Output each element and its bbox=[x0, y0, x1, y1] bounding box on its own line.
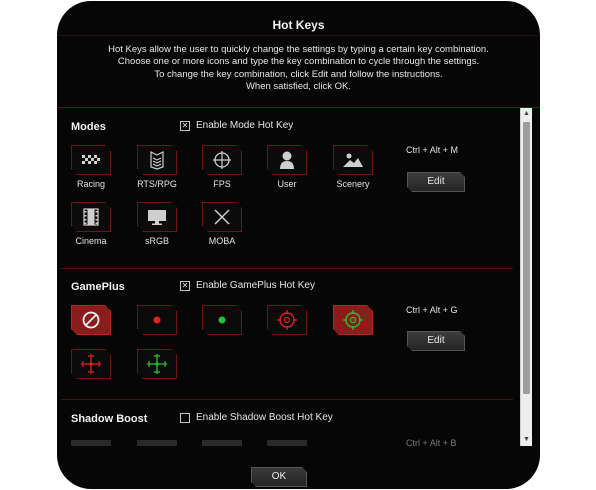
mode-cinema-box[interactable] bbox=[71, 202, 111, 232]
mode-srgb[interactable]: sRGB bbox=[137, 202, 177, 246]
gameplus-green-circle-crosshair[interactable] bbox=[333, 305, 373, 335]
settings-scroll-area[interactable]: Modes ✕ Enable Mode Hot Key Ctrl + Alt +… bbox=[57, 107, 540, 446]
mode-label: Cinema bbox=[75, 236, 107, 246]
description-line: Hot Keys allow the user to quickly chang… bbox=[108, 44, 489, 55]
vertical-scrollbar[interactable]: ▲ ▼ bbox=[520, 108, 532, 446]
enable-shadow-boost-hotkey-checkbox[interactable]: Enable Shadow Boost Hot Key bbox=[180, 412, 333, 423]
enable-gameplus-hotkey-checkbox[interactable]: ✕ Enable GamePlus Hot Key bbox=[180, 280, 315, 291]
mode-rts-rpg-box[interactable] bbox=[137, 145, 177, 175]
scroll-up-arrow-icon[interactable]: ▲ bbox=[521, 108, 532, 120]
dialog-description: Hot Keys allow the user to quickly chang… bbox=[77, 44, 520, 94]
gameplus-red-cross-crosshair[interactable] bbox=[71, 349, 111, 379]
gameplus-edit-button[interactable]: Edit bbox=[407, 331, 465, 351]
description-line: When satisfied, click OK. bbox=[245, 81, 352, 93]
red-cross-crosshair-icon bbox=[79, 352, 103, 376]
red-circle-crosshair-icon bbox=[276, 309, 298, 331]
hot-keys-dialog: Hot Keys Hot Keys allow the user to quic… bbox=[57, 1, 540, 489]
green-circle-crosshair-icon bbox=[342, 309, 364, 331]
shadow-boost-section: Shadow Boost Enable Shadow Boost Hot Key… bbox=[57, 400, 517, 446]
mode-moba-box[interactable] bbox=[202, 202, 242, 232]
scroll-thumb[interactable] bbox=[523, 122, 530, 394]
shadow-boost-title: Shadow Boost bbox=[71, 413, 148, 425]
gameplus-red-circle-crosshair[interactable] bbox=[267, 305, 307, 335]
description-line: Choose one or more icons and type the ke… bbox=[117, 56, 480, 68]
checkbox-checked-icon[interactable]: ✕ bbox=[180, 120, 190, 131]
red-dot-icon bbox=[152, 315, 162, 325]
mode-label: User bbox=[277, 179, 297, 189]
modes-hotkey-combination: Ctrl + Alt + M bbox=[406, 145, 459, 155]
modes-edit-button[interactable]: Edit bbox=[407, 172, 465, 192]
shadow-boost-tile-partial[interactable] bbox=[71, 440, 111, 446]
gameplus-none[interactable] bbox=[71, 305, 111, 335]
mode-label: RTS/RPG bbox=[137, 179, 177, 189]
crosshair-icon bbox=[212, 150, 232, 170]
gameplus-green-dot-box[interactable] bbox=[202, 305, 242, 335]
gameplus-red-cross-crosshair-box[interactable] bbox=[71, 349, 111, 379]
monitor-icon bbox=[146, 208, 168, 226]
green-cross-crosshair-icon bbox=[145, 352, 169, 376]
user-icon bbox=[279, 150, 295, 170]
none-icon bbox=[81, 310, 101, 330]
mode-user[interactable]: User bbox=[267, 145, 307, 189]
film-icon bbox=[82, 207, 100, 227]
mode-scenery[interactable]: Scenery bbox=[333, 145, 373, 189]
mode-label: Racing bbox=[76, 179, 105, 189]
mode-srgb-box[interactable] bbox=[137, 202, 177, 232]
mode-scenery-box[interactable] bbox=[333, 145, 373, 175]
gameplus-green-dot[interactable] bbox=[202, 305, 242, 335]
modes-title: Modes bbox=[71, 121, 106, 133]
mode-cinema[interactable]: Cinema bbox=[71, 202, 111, 246]
description-line: To change the key combination, click Edi… bbox=[154, 68, 443, 80]
shadow-boost-hotkey-combination: Ctrl + Alt + B bbox=[406, 438, 457, 446]
title-divider bbox=[57, 35, 540, 36]
mode-label: sRGB bbox=[144, 236, 169, 246]
gameplus-red-dot-box[interactable] bbox=[137, 305, 177, 335]
checkbox-unchecked-icon[interactable] bbox=[180, 412, 190, 423]
green-dot-icon bbox=[217, 315, 227, 325]
crossed-swords-icon bbox=[213, 208, 231, 226]
mode-fps-box[interactable] bbox=[202, 145, 242, 175]
shadow-boost-tile-partial[interactable] bbox=[137, 440, 177, 446]
mode-label: Scenery bbox=[336, 179, 370, 189]
gameplus-none-box[interactable] bbox=[71, 305, 111, 335]
gameplus-green-circle-crosshair-box[interactable] bbox=[333, 305, 373, 335]
enable-mode-hotkey-label: Enable Mode Hot Key bbox=[196, 120, 294, 131]
enable-gameplus-hotkey-label: Enable GamePlus Hot Key bbox=[196, 280, 315, 291]
scroll-down-arrow-icon[interactable]: ▼ bbox=[521, 434, 532, 446]
gameplus-title: GamePlus bbox=[71, 281, 125, 293]
enable-mode-hotkey-checkbox[interactable]: ✕ Enable Mode Hot Key bbox=[180, 120, 293, 131]
mode-label: MOBA bbox=[208, 236, 236, 246]
shadow-boost-tile-partial[interactable] bbox=[202, 440, 242, 446]
dialog-title: Hot Keys bbox=[272, 18, 325, 32]
enable-shadow-boost-hotkey-label: Enable Shadow Boost Hot Key bbox=[196, 412, 333, 423]
shadow-boost-tile-partial[interactable] bbox=[267, 440, 307, 446]
mode-label: FPS bbox=[213, 179, 231, 189]
modes-section: Modes ✕ Enable Mode Hot Key Ctrl + Alt +… bbox=[57, 108, 517, 268]
rank-chevron-icon bbox=[149, 150, 165, 170]
landscape-icon bbox=[342, 151, 364, 169]
ok-button[interactable]: OK bbox=[251, 467, 307, 487]
mode-user-box[interactable] bbox=[267, 145, 307, 175]
gameplus-red-dot[interactable] bbox=[137, 305, 177, 335]
racing-flag-icon bbox=[80, 152, 102, 168]
checkbox-checked-icon[interactable]: ✕ bbox=[180, 280, 190, 291]
mode-moba[interactable]: MOBA bbox=[202, 202, 242, 246]
gameplus-green-cross-crosshair-box[interactable] bbox=[137, 349, 177, 379]
mode-rts-rpg[interactable]: RTS/RPG bbox=[137, 145, 177, 189]
gameplus-green-cross-crosshair[interactable] bbox=[137, 349, 177, 379]
gameplus-section: GamePlus ✕ Enable GamePlus Hot Key Ctrl … bbox=[57, 269, 517, 397]
mode-fps[interactable]: FPS bbox=[202, 145, 242, 189]
gameplus-hotkey-combination: Ctrl + Alt + G bbox=[406, 305, 458, 315]
gameplus-red-circle-crosshair-box[interactable] bbox=[267, 305, 307, 335]
mode-racing-box[interactable] bbox=[71, 145, 111, 175]
mode-racing[interactable]: Racing bbox=[71, 145, 111, 189]
